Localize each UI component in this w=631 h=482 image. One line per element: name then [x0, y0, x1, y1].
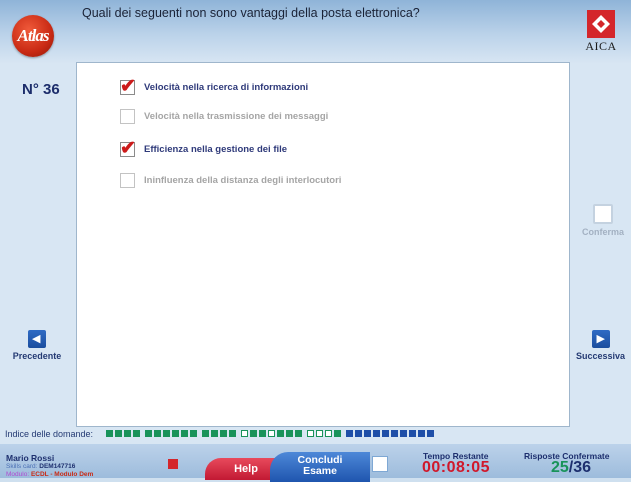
module-value: ECDL - Modulo Dem — [30, 471, 94, 478]
question-index-cell[interactable] — [373, 430, 380, 437]
confirm-button[interactable]: Conferma — [575, 204, 631, 237]
question-index-cell[interactable] — [325, 430, 332, 437]
next-button[interactable]: ▶ Successiva — [570, 330, 631, 361]
answer-label-1: Velocità nella ricerca di informazioni — [144, 82, 309, 93]
question-index-cell[interactable] — [418, 430, 425, 437]
time-remaining-value: 00:08:05 — [422, 459, 491, 476]
question-index-cell[interactable] — [181, 430, 188, 437]
question-index-cell[interactable] — [220, 430, 227, 437]
conclude-label-2: Esame — [303, 465, 337, 477]
checkmark-icon: ✔ — [120, 138, 136, 159]
aica-emblem-icon — [587, 10, 615, 38]
skills-card: Skills card: DEM147716 — [6, 463, 75, 470]
question-index-cell[interactable] — [145, 430, 152, 437]
question-index-cell[interactable] — [172, 430, 179, 437]
question-index — [106, 430, 434, 437]
question-index-cell[interactable] — [229, 430, 236, 437]
answer-option-1[interactable]: ✔ Velocità nella ricerca di informazioni — [120, 76, 480, 98]
question-text: Quali dei seguenti non sono vantaggi del… — [82, 6, 420, 20]
decor-square — [372, 456, 388, 472]
question-index-cell[interactable] — [124, 430, 131, 437]
question-number: N° 36 — [22, 81, 60, 98]
confirm-label: Conferma — [581, 227, 624, 237]
answer-option-2: Velocità nella trasmissione dei messaggi — [120, 109, 480, 127]
question-index-cell[interactable] — [307, 430, 314, 437]
arrow-right-icon: ▶ — [591, 330, 610, 348]
question-index-cell[interactable] — [115, 430, 122, 437]
question-index-cell[interactable] — [346, 430, 353, 437]
confirmed-answers-value: 25/36 — [551, 459, 591, 477]
question-index-cell[interactable] — [316, 430, 323, 437]
exam-window: Atlas Quali dei seguenti non sono vantag… — [0, 0, 631, 482]
question-index-cell[interactable] — [382, 430, 389, 437]
arrow-left-icon: ◀ — [28, 330, 46, 348]
question-index-cell[interactable] — [190, 430, 197, 437]
question-index-cell[interactable] — [133, 430, 140, 437]
atlas-logo: Atlas — [12, 15, 54, 57]
question-index-cell[interactable] — [427, 430, 434, 437]
answer-option-4: Ininfluenza della distanza degli interlo… — [120, 173, 480, 191]
confirm-icon — [593, 204, 613, 224]
user-name: Mario Rossi — [6, 453, 55, 463]
question-index-cell[interactable] — [334, 430, 341, 437]
question-index-cell[interactable] — [154, 430, 161, 437]
answer-label-3: Efficienza nella gestione dei file — [144, 144, 288, 155]
skills-card-value: DEM147716 — [39, 463, 76, 470]
question-index-cell[interactable] — [202, 430, 209, 437]
question-index-cell[interactable] — [409, 430, 416, 437]
answer-checkbox-2 — [120, 109, 135, 124]
answer-label-2: Velocità nella trasmissione dei messaggi — [144, 111, 329, 122]
checkmark-icon: ✔ — [120, 76, 136, 97]
confirmed-count: 25 — [551, 459, 569, 476]
module-label: Modulo: — [6, 471, 30, 478]
decor-square — [168, 459, 178, 469]
question-index-cell[interactable] — [163, 430, 170, 437]
question-index-cell[interactable] — [277, 430, 284, 437]
question-index-cell[interactable] — [391, 430, 398, 437]
question-index-cell[interactable] — [286, 430, 293, 437]
question-index-cell[interactable] — [295, 430, 302, 437]
question-index-cell[interactable] — [211, 430, 218, 437]
answer-label-4: Ininfluenza della distanza degli interlo… — [144, 175, 342, 186]
previous-button[interactable]: ◀ Precedente — [6, 330, 68, 361]
next-label: Successiva — [575, 351, 626, 361]
question-index-cell[interactable] — [355, 430, 362, 437]
question-index-label: Indice delle domande: — [5, 429, 94, 439]
previous-label: Precedente — [12, 351, 62, 361]
question-index-cell[interactable] — [364, 430, 371, 437]
answer-checkbox-4 — [120, 173, 135, 188]
skills-card-label: Skills card: — [6, 463, 38, 470]
question-index-cell[interactable] — [259, 430, 266, 437]
module-info: Modulo: ECDL - Modulo Dem — [6, 471, 93, 478]
total-count: /36 — [568, 459, 592, 476]
aica-logo: AICA — [578, 10, 624, 60]
answer-option-3[interactable]: ✔ Efficienza nella gestione dei file — [120, 138, 480, 160]
question-index-cell[interactable] — [400, 430, 407, 437]
question-index-cell[interactable] — [268, 430, 275, 437]
question-index-cell[interactable] — [241, 430, 248, 437]
question-index-cell[interactable] — [250, 430, 257, 437]
aica-logo-text: AICA — [585, 39, 617, 53]
question-index-cell[interactable] — [106, 430, 113, 437]
